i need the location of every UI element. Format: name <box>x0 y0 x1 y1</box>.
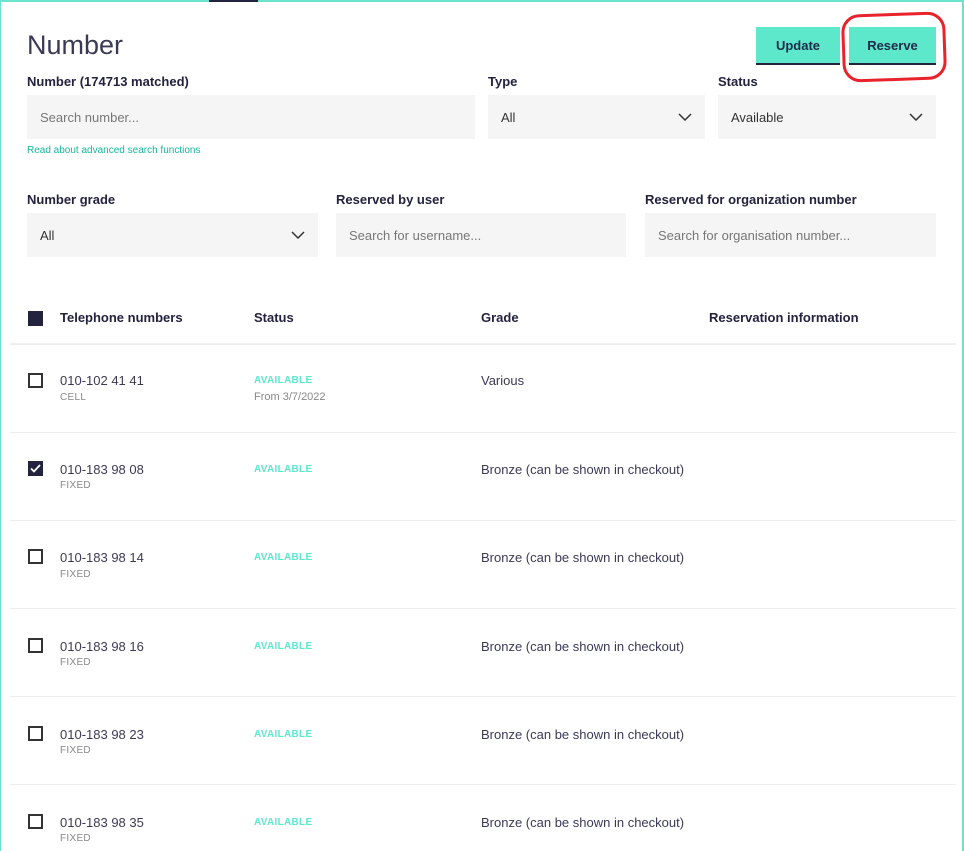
grade-value: Various <box>481 373 525 388</box>
row-checkbox[interactable] <box>28 814 43 829</box>
table-row[interactable]: 010-102 41 41 CELL AVAILABLE From 3/7/20… <box>10 344 956 432</box>
column-header-status[interactable]: Status <box>254 310 294 325</box>
row-checkbox[interactable] <box>28 549 43 564</box>
number-type: FIXED <box>60 480 91 491</box>
grade-value: Bronze (can be shown in checkout) <box>481 815 685 830</box>
grade-value: Bronze (can be shown in checkout) <box>481 550 685 565</box>
column-header-telephone-numbers[interactable]: Telephone numbers <box>60 310 183 325</box>
table-row[interactable]: 010-183 98 08 FIXED AVAILABLE Bronze (ca… <box>10 432 956 520</box>
grade-value: Bronze (can be shown in checkout) <box>481 462 685 477</box>
reserve-button[interactable]: Reserve <box>849 27 936 65</box>
reserved-org-label: Reserved for organization number <box>645 192 857 207</box>
type-label: Type <box>488 74 518 89</box>
telephone-number: 010-102 41 41 <box>60 373 144 388</box>
number-grade-select-value: All <box>40 227 55 243</box>
column-header-grade[interactable]: Grade <box>481 310 519 325</box>
row-checkbox[interactable] <box>28 638 43 653</box>
row-checkbox[interactable] <box>28 726 43 741</box>
reserved-user-input[interactable] <box>336 213 626 257</box>
reserved-org-input[interactable] <box>645 213 936 257</box>
chevron-down-icon <box>909 113 923 121</box>
type-select-value: All <box>501 109 516 125</box>
status-select[interactable]: Available <box>718 95 936 139</box>
table-row[interactable]: 010-183 98 14 FIXED AVAILABLE Bronze (ca… <box>10 520 956 608</box>
number-grade-select[interactable]: All <box>27 213 318 257</box>
number-type: FIXED <box>60 833 91 844</box>
number-search-label: Number (174713 matched) <box>27 74 189 89</box>
table-row[interactable]: 010-183 98 16 FIXED AVAILABLE Bronze (ca… <box>10 608 956 696</box>
select-all-checkbox[interactable] <box>28 311 43 326</box>
status-badge: AVAILABLE <box>254 729 313 740</box>
number-grade-label: Number grade <box>27 192 116 207</box>
status-badge: AVAILABLE <box>254 375 313 386</box>
advanced-search-link[interactable]: Read about advanced search functions <box>27 145 200 156</box>
table-row[interactable]: 010-183 98 35 FIXED AVAILABLE Bronze (ca… <box>10 784 956 851</box>
window-top-border <box>0 0 964 2</box>
check-icon <box>30 464 41 473</box>
status-label: Status <box>718 74 758 89</box>
number-search-input[interactable] <box>27 95 475 139</box>
status-select-value: Available <box>731 109 784 125</box>
active-tab-indicator <box>209 0 258 2</box>
telephone-number: 010-183 98 08 <box>60 462 144 477</box>
telephone-number: 010-183 98 35 <box>60 815 144 830</box>
table-row[interactable]: 010-183 98 23 FIXED AVAILABLE Bronze (ca… <box>10 696 956 784</box>
available-from-date: From 3/7/2022 <box>254 391 326 403</box>
update-button[interactable]: Update <box>756 27 840 65</box>
number-type: FIXED <box>60 745 91 756</box>
status-badge: AVAILABLE <box>254 817 313 828</box>
number-type: CELL <box>60 392 87 403</box>
status-badge: AVAILABLE <box>254 464 313 475</box>
chevron-down-icon <box>678 113 692 121</box>
status-badge: AVAILABLE <box>254 641 313 652</box>
number-type: FIXED <box>60 569 91 580</box>
telephone-number: 010-183 98 14 <box>60 550 144 565</box>
type-select[interactable]: All <box>488 95 705 139</box>
number-type: FIXED <box>60 657 91 668</box>
status-badge: AVAILABLE <box>254 552 313 563</box>
telephone-number: 010-183 98 16 <box>60 639 144 654</box>
page-title: Number <box>27 30 124 60</box>
column-header-reservation-information[interactable]: Reservation information <box>709 310 859 325</box>
row-checkbox[interactable] <box>28 461 43 476</box>
row-checkbox[interactable] <box>28 373 43 388</box>
chevron-down-icon <box>291 231 305 239</box>
grade-value: Bronze (can be shown in checkout) <box>481 639 685 654</box>
reserved-user-label: Reserved by user <box>336 192 445 207</box>
telephone-number: 010-183 98 23 <box>60 727 144 742</box>
grade-value: Bronze (can be shown in checkout) <box>481 727 685 742</box>
window-left-border <box>0 0 1 851</box>
